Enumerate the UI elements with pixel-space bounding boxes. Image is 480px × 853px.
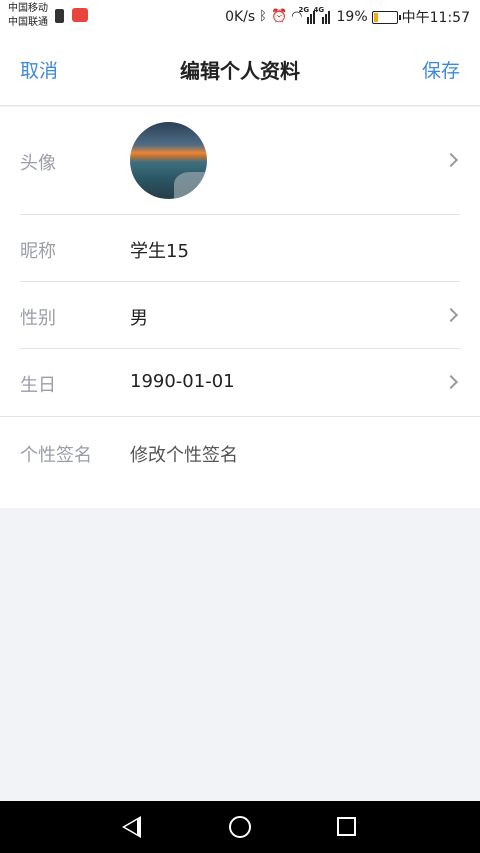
signature-row[interactable]: 个性签名 修改个性签名 [20, 417, 460, 507]
recent-apps-icon[interactable] [337, 817, 356, 836]
signature-label: 个性签名 [20, 445, 92, 466]
battery-icon [371, 10, 401, 24]
page-title: 编辑个人资料 [180, 59, 300, 83]
birthday-value: 1990-01-01 [130, 371, 235, 392]
status-bar: 中国移动 中国联通 0K/s ᛒ ⏰ ◠ 2G 4G 19% 中午11:57 [0, 0, 480, 34]
system-nav-bar [0, 801, 480, 853]
gender-value: 男 [130, 308, 148, 329]
screen: 中国移动 中国联通 0K/s ᛒ ⏰ ◠ 2G 4G 19% 中午11:57 取… [0, 0, 480, 853]
gender-label: 性别 [20, 308, 56, 329]
birthday-row[interactable]: 生日 1990-01-01 [20, 349, 460, 415]
battery-percent: 19% [336, 9, 368, 25]
signature-input[interactable]: 修改个性签名 [130, 441, 238, 467]
profile-form: 头像 昵称 学生15 性别 男 生日 1990-01-01 个性签名 修改个性签… [0, 107, 480, 508]
chevron-right-icon [443, 152, 459, 168]
carrier-1: 中国移动 [8, 3, 48, 14]
signal-icon: 4G [314, 6, 333, 24]
app-notification-icon [72, 8, 88, 22]
back-icon[interactable] [122, 816, 141, 838]
birthday-label: 生日 [20, 375, 56, 396]
home-icon[interactable] [229, 816, 251, 838]
sim-icon [55, 9, 64, 23]
alarm-icon: ⏰ [270, 9, 288, 24]
avatar [130, 122, 207, 199]
gender-row[interactable]: 性别 男 [20, 282, 460, 348]
status-right: 0K/s ᛒ ⏰ ◠ 2G 4G 19% 中午11:57 [225, 6, 470, 27]
save-button[interactable]: 保存 [422, 56, 460, 83]
carrier-2: 中国联通 [8, 17, 48, 28]
chevron-right-icon [443, 374, 459, 390]
carriers: 中国移动 中国联通 [8, 2, 48, 30]
clock: 中午11:57 [401, 10, 470, 26]
bluetooth-icon: ᛒ [259, 9, 267, 24]
nickname-row[interactable]: 昵称 学生15 [20, 215, 460, 281]
nav-bar: 取消 编辑个人资料 保存 [0, 34, 480, 106]
chevron-right-icon [443, 307, 459, 323]
nickname-value: 学生15 [130, 241, 189, 262]
avatar-row[interactable]: 头像 [20, 107, 460, 214]
nickname-label: 昵称 [20, 241, 56, 262]
net-speed: 0K/s [225, 9, 256, 25]
avatar-label: 头像 [20, 153, 56, 174]
